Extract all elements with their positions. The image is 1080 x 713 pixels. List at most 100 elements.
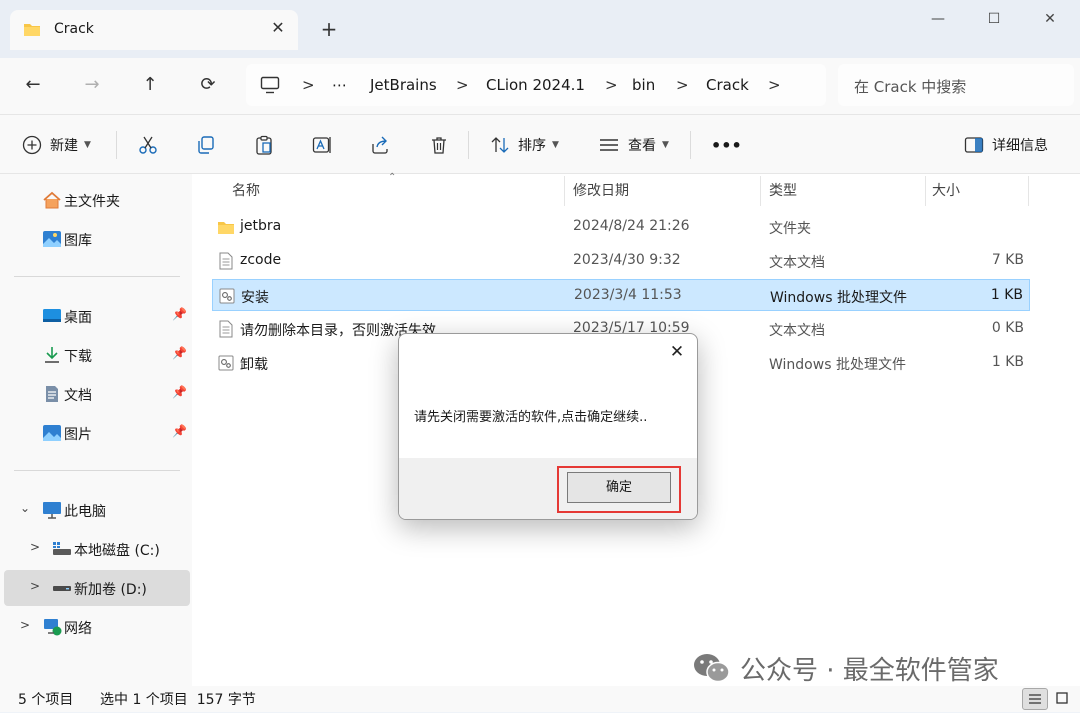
- new-label: 新建: [50, 138, 78, 154]
- breadcrumb-separator[interactable]: >: [605, 76, 618, 94]
- share-button[interactable]: [370, 133, 390, 157]
- pin-icon[interactable]: 📌: [172, 346, 187, 360]
- text-file-icon: [219, 252, 233, 270]
- column-divider[interactable]: [564, 176, 565, 206]
- column-header-date[interactable]: 修改日期: [573, 180, 629, 200]
- breadcrumb-separator[interactable]: >: [456, 76, 469, 94]
- toolbar-divider: [468, 131, 469, 159]
- sort-label: 排序: [518, 138, 546, 154]
- file-date: 2024/8/24 21:26: [573, 218, 690, 234]
- network-icon: [44, 619, 62, 636]
- sidebar-item-documents[interactable]: 文档 📌: [4, 376, 190, 412]
- up-button[interactable]: ↑: [135, 70, 165, 100]
- sidebar-item-label: 此电脑: [64, 504, 106, 520]
- new-button[interactable]: 新建 ▼: [22, 133, 91, 157]
- pin-icon[interactable]: 📌: [172, 424, 187, 438]
- tiles-view-button[interactable]: [1050, 688, 1076, 710]
- wechat-icon: [694, 654, 730, 683]
- chevron-down-icon: ▼: [662, 140, 669, 150]
- new-tab-button[interactable]: +: [318, 18, 340, 40]
- title-bar: Crack ✕ + — ☐ ✕: [0, 0, 1080, 58]
- file-name: 安装: [241, 290, 269, 306]
- breadcrumb-jetbrains[interactable]: JetBrains: [370, 76, 437, 94]
- sidebar-divider: [14, 276, 180, 277]
- column-header-type[interactable]: 类型: [769, 180, 797, 200]
- close-window-button[interactable]: ✕: [1030, 8, 1070, 30]
- navigation-bar: ← → ↑ ⟳ > ⋯ JetBrains > CLion 2024.1 > b…: [0, 58, 1080, 114]
- sidebar-item-pictures[interactable]: 图片 📌: [4, 415, 190, 451]
- view-button[interactable]: 查看 ▼: [598, 133, 669, 157]
- folder-icon: [218, 222, 234, 234]
- file-row-jetbra[interactable]: jetbra 2024/8/24 21:26 文件夹: [212, 211, 1030, 243]
- paste-button[interactable]: [254, 133, 274, 157]
- search-box[interactable]: 在 Crack 中搜索: [838, 64, 1074, 106]
- file-row-zcode[interactable]: zcode 2023/4/30 9:32 文本文档 7 KB: [212, 245, 1030, 277]
- rename-icon: [312, 137, 331, 153]
- details-pane-button[interactable]: 详细信息: [964, 133, 1048, 157]
- minimize-button[interactable]: —: [918, 8, 958, 30]
- sidebar-item-this-pc[interactable]: ⌄ 此电脑: [4, 492, 190, 528]
- status-bar: 5 个项目 选中 1 个项目 157 字节: [0, 686, 1080, 712]
- file-row-install[interactable]: 安装 2023/3/4 11:53 Windows 批处理文件 1 KB: [212, 279, 1030, 311]
- folder-icon: [24, 24, 40, 36]
- refresh-button[interactable]: ⟳: [193, 70, 223, 100]
- address-bar[interactable]: > ⋯ JetBrains > CLion 2024.1 > bin > Cra…: [246, 64, 826, 106]
- chevron-down-icon[interactable]: ⌄: [18, 501, 32, 515]
- more-options-button[interactable]: •••: [711, 133, 742, 157]
- tab-crack[interactable]: Crack ✕: [10, 10, 298, 50]
- command-bar: 新建 ▼ 排序 ▼ 查看 ▼ ••• 详细信息: [0, 114, 1080, 174]
- sidebar-item-label: 本地磁盘 (C:): [74, 543, 160, 559]
- column-divider[interactable]: [925, 176, 926, 206]
- sidebar-item-network[interactable]: > 网络: [4, 609, 190, 645]
- sidebar-item-downloads[interactable]: 下载 📌: [4, 337, 190, 373]
- sidebar-item-desktop[interactable]: 桌面 📌: [4, 298, 190, 334]
- toolbar-divider: [690, 131, 691, 159]
- sidebar-item-drive-c[interactable]: > 本地磁盘 (C:): [4, 531, 190, 567]
- sort-icon: [491, 137, 509, 153]
- rename-button[interactable]: [312, 133, 334, 157]
- sidebar-item-gallery[interactable]: 图库: [4, 221, 190, 257]
- chevron-right-icon[interactable]: >: [28, 579, 42, 593]
- breadcrumb-separator[interactable]: >: [302, 76, 315, 94]
- plus-circle-icon: [22, 135, 42, 155]
- column-header-size[interactable]: 大小: [932, 180, 960, 200]
- forward-button[interactable]: →: [77, 70, 107, 100]
- file-explorer-window: Crack ✕ + — ☐ ✕ ← → ↑ ⟳ > ⋯ JetBrains > …: [0, 0, 1080, 712]
- copy-button[interactable]: [196, 133, 216, 157]
- maximize-button[interactable]: ☐: [974, 8, 1014, 30]
- file-size: 1 KB: [991, 354, 1024, 370]
- file-name: 卸载: [240, 357, 268, 373]
- chevron-right-icon[interactable]: >: [28, 540, 42, 554]
- search-input[interactable]: 在 Crack 中搜索: [854, 76, 966, 97]
- pin-icon[interactable]: 📌: [172, 385, 187, 399]
- dialog-close-button[interactable]: ✕: [667, 342, 687, 362]
- sidebar-item-label: 图库: [64, 233, 92, 249]
- pin-icon[interactable]: 📌: [172, 307, 187, 321]
- dialog-message: 请先关闭需要激活的软件,点击确定继续..: [414, 410, 648, 425]
- sidebar-item-home[interactable]: 主文件夹: [4, 182, 190, 218]
- back-button[interactable]: ←: [18, 70, 48, 100]
- batch-file-icon: [218, 355, 234, 371]
- highlight-box: [557, 466, 681, 513]
- close-tab-icon[interactable]: ✕: [268, 18, 288, 38]
- breadcrumb-clion[interactable]: CLion 2024.1: [486, 76, 585, 94]
- breadcrumb-overflow[interactable]: ⋯: [332, 76, 347, 94]
- sidebar-item-drive-d[interactable]: > 新加卷 (D:): [4, 570, 190, 606]
- column-divider[interactable]: [760, 176, 761, 206]
- chevron-right-icon[interactable]: >: [18, 618, 32, 632]
- breadcrumb-crack[interactable]: Crack: [706, 76, 749, 94]
- column-header-name[interactable]: 名称: [232, 180, 260, 200]
- copy-icon: [198, 136, 214, 154]
- file-name: zcode: [240, 252, 282, 268]
- column-divider[interactable]: [1028, 176, 1029, 206]
- view-label: 查看: [628, 138, 656, 154]
- details-view-button[interactable]: [1022, 688, 1048, 710]
- sort-button[interactable]: 排序 ▼: [490, 133, 559, 157]
- home-icon: [43, 191, 61, 209]
- cut-button[interactable]: [138, 133, 158, 157]
- delete-button[interactable]: [429, 133, 449, 157]
- breadcrumb-separator[interactable]: >: [676, 76, 689, 94]
- file-name: jetbra: [240, 218, 282, 234]
- breadcrumb-bin[interactable]: bin: [632, 76, 655, 94]
- breadcrumb-separator[interactable]: >: [768, 76, 781, 94]
